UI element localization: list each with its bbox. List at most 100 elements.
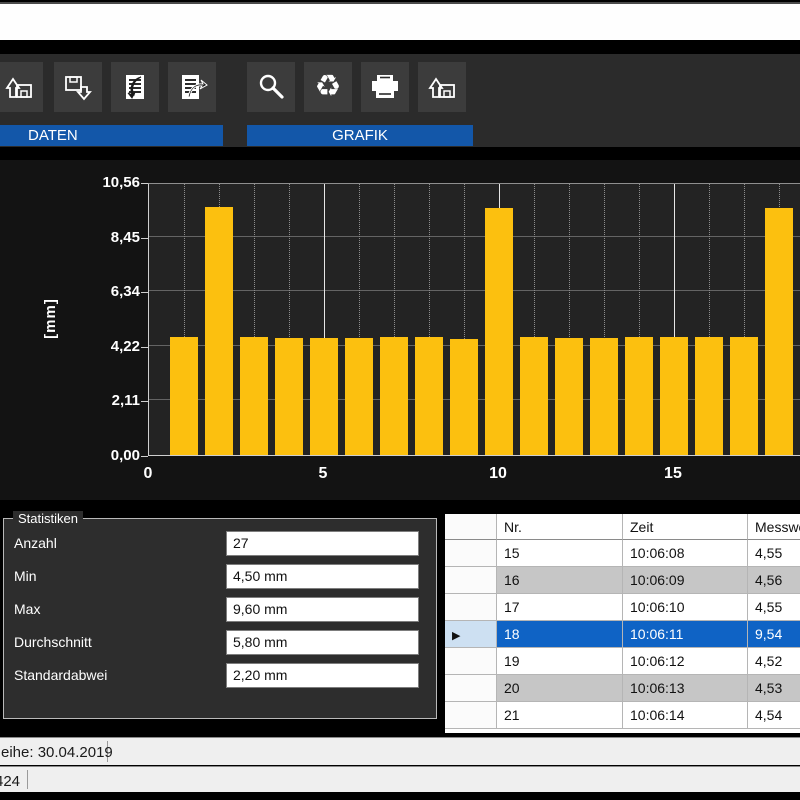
table-cell[interactable]: 19 bbox=[497, 648, 623, 675]
table-cell[interactable]: 21 bbox=[497, 702, 623, 729]
document-export-icon bbox=[176, 71, 208, 103]
y-tick-label: 4,22 bbox=[80, 338, 140, 355]
statistics-groupbox: Statistiken Anzahl27Min4,50 mmMax9,60 mm… bbox=[3, 518, 437, 719]
table-cell[interactable]: 15 bbox=[497, 540, 623, 567]
y-tick-mark bbox=[141, 292, 148, 293]
y-tick-label: 8,45 bbox=[80, 229, 140, 246]
table-cell[interactable]: 10:06:10 bbox=[623, 594, 748, 621]
statistics-title: Statistiken bbox=[13, 511, 83, 526]
table-row[interactable]: 2110:06:144,54 bbox=[445, 702, 800, 729]
stat-label: Anzahl bbox=[14, 535, 57, 551]
measurement-bar[interactable] bbox=[205, 207, 233, 455]
table-cell[interactable]: 10:06:13 bbox=[623, 675, 748, 702]
table-header-row: Nr.ZeitMesswe bbox=[445, 514, 800, 540]
chart-plot[interactable] bbox=[148, 183, 800, 456]
window-title-bar bbox=[0, 40, 800, 54]
floppy-arrow-down-icon bbox=[62, 71, 94, 103]
measurement-bar[interactable] bbox=[275, 338, 303, 455]
y-tick-label: 2,11 bbox=[80, 392, 140, 409]
row-header-cell[interactable] bbox=[445, 567, 497, 594]
selected-row-arrow-icon: ▶ bbox=[452, 630, 460, 642]
table-cell[interactable]: 4,55 bbox=[748, 594, 800, 621]
table-row[interactable]: ▶ 1810:06:119,54 bbox=[445, 621, 800, 648]
measurement-bar[interactable] bbox=[380, 337, 408, 455]
stat-value-field[interactable]: 5,80 mm bbox=[226, 630, 419, 655]
table-cell[interactable]: 4,53 bbox=[748, 675, 800, 702]
y-tick-mark bbox=[141, 347, 148, 348]
table-row[interactable]: 1910:06:124,52 bbox=[445, 648, 800, 675]
measurement-bar[interactable] bbox=[555, 338, 583, 455]
table-cell[interactable]: 10:06:11 bbox=[623, 621, 748, 648]
table-cell[interactable]: 4,55 bbox=[748, 540, 800, 567]
y-tick-mark bbox=[141, 238, 148, 239]
column-header[interactable]: Messwe bbox=[748, 514, 800, 540]
measurement-bar[interactable] bbox=[695, 337, 723, 455]
stat-row: Max9,60 mm bbox=[4, 597, 436, 623]
toolbar-group-grafik[interactable]: GRAFIK bbox=[247, 125, 473, 146]
table-row[interactable]: 1710:06:104,55 bbox=[445, 594, 800, 621]
table-cell[interactable]: 4,52 bbox=[748, 648, 800, 675]
measurement-bar[interactable] bbox=[240, 337, 268, 455]
table-cell[interactable]: 9,54 bbox=[748, 621, 800, 648]
measurement-bar[interactable] bbox=[310, 338, 338, 455]
x-tick-label: 0 bbox=[128, 465, 168, 483]
h-gridline bbox=[149, 236, 800, 237]
measurement-bar[interactable] bbox=[450, 339, 478, 455]
measurement-bar[interactable] bbox=[415, 337, 443, 455]
import-data-button[interactable] bbox=[111, 62, 159, 112]
table-row[interactable]: 1610:06:094,56 bbox=[445, 567, 800, 594]
window-top-band bbox=[0, 2, 800, 40]
measurement-bar[interactable] bbox=[590, 338, 618, 455]
row-header-cell[interactable] bbox=[445, 594, 497, 621]
table-cell[interactable]: 10:06:09 bbox=[623, 567, 748, 594]
window-bottom-edge bbox=[0, 792, 800, 800]
toolbar: ♻ DATEN GRAFIK bbox=[0, 54, 800, 147]
table-cell[interactable]: 10:06:08 bbox=[623, 540, 748, 567]
refresh-button[interactable]: ♻ bbox=[304, 62, 352, 112]
table-cell[interactable]: 17 bbox=[497, 594, 623, 621]
table-cell[interactable]: 16 bbox=[497, 567, 623, 594]
export-data-button[interactable] bbox=[168, 62, 216, 112]
table-cell[interactable]: 18 bbox=[497, 621, 623, 648]
table-row[interactable]: 2010:06:134,53 bbox=[445, 675, 800, 702]
stat-value-field[interactable]: 4,50 mm bbox=[226, 564, 419, 589]
print-button[interactable] bbox=[361, 62, 409, 112]
measurement-bar[interactable] bbox=[485, 208, 513, 455]
table-row[interactable]: 1510:06:084,55 bbox=[445, 540, 800, 567]
zoom-button[interactable] bbox=[247, 62, 295, 112]
table-cell[interactable]: 20 bbox=[497, 675, 623, 702]
x-tick-label: 15 bbox=[653, 465, 693, 483]
table-cell[interactable]: 10:06:12 bbox=[623, 648, 748, 675]
save-graphic-button[interactable] bbox=[418, 62, 466, 112]
column-header[interactable]: Nr. bbox=[497, 514, 623, 540]
table-cell[interactable]: 4,56 bbox=[748, 567, 800, 594]
y-tick-mark bbox=[141, 183, 148, 184]
load-data-button[interactable] bbox=[0, 62, 43, 112]
measurement-bar[interactable] bbox=[765, 208, 793, 455]
toolbar-divider bbox=[0, 147, 800, 160]
row-header-cell[interactable]: ▶ bbox=[445, 621, 497, 648]
measurement-bar[interactable] bbox=[520, 337, 548, 455]
stat-value-field[interactable]: 27 bbox=[226, 531, 419, 556]
x-tick-label: 10 bbox=[478, 465, 518, 483]
row-header-cell[interactable] bbox=[445, 540, 497, 567]
measurement-bar[interactable] bbox=[730, 337, 758, 455]
column-header[interactable]: Zeit bbox=[623, 514, 748, 540]
measurement-bar[interactable] bbox=[345, 338, 373, 455]
save-data-button[interactable] bbox=[54, 62, 102, 112]
toolbar-group-daten[interactable]: DATEN bbox=[0, 125, 223, 146]
stat-value-field[interactable]: 2,20 mm bbox=[226, 663, 419, 688]
measurements-table[interactable]: Nr.ZeitMesswe1510:06:084,551610:06:094,5… bbox=[445, 514, 800, 733]
stat-label: Standardabwei bbox=[14, 667, 107, 683]
measurement-bar[interactable] bbox=[170, 337, 198, 455]
row-header-cell[interactable] bbox=[445, 675, 497, 702]
stat-value-field[interactable]: 9,60 mm bbox=[226, 597, 419, 622]
row-header-cell[interactable] bbox=[445, 702, 497, 729]
measurement-bar[interactable] bbox=[660, 337, 688, 455]
table-cell[interactable]: 10:06:14 bbox=[623, 702, 748, 729]
row-header-cell[interactable] bbox=[445, 648, 497, 675]
measurement-bar[interactable] bbox=[625, 337, 653, 455]
status-bar-2: 424 bbox=[0, 766, 800, 792]
table-cell[interactable]: 4,54 bbox=[748, 702, 800, 729]
stat-row: Anzahl 27 bbox=[4, 531, 436, 557]
